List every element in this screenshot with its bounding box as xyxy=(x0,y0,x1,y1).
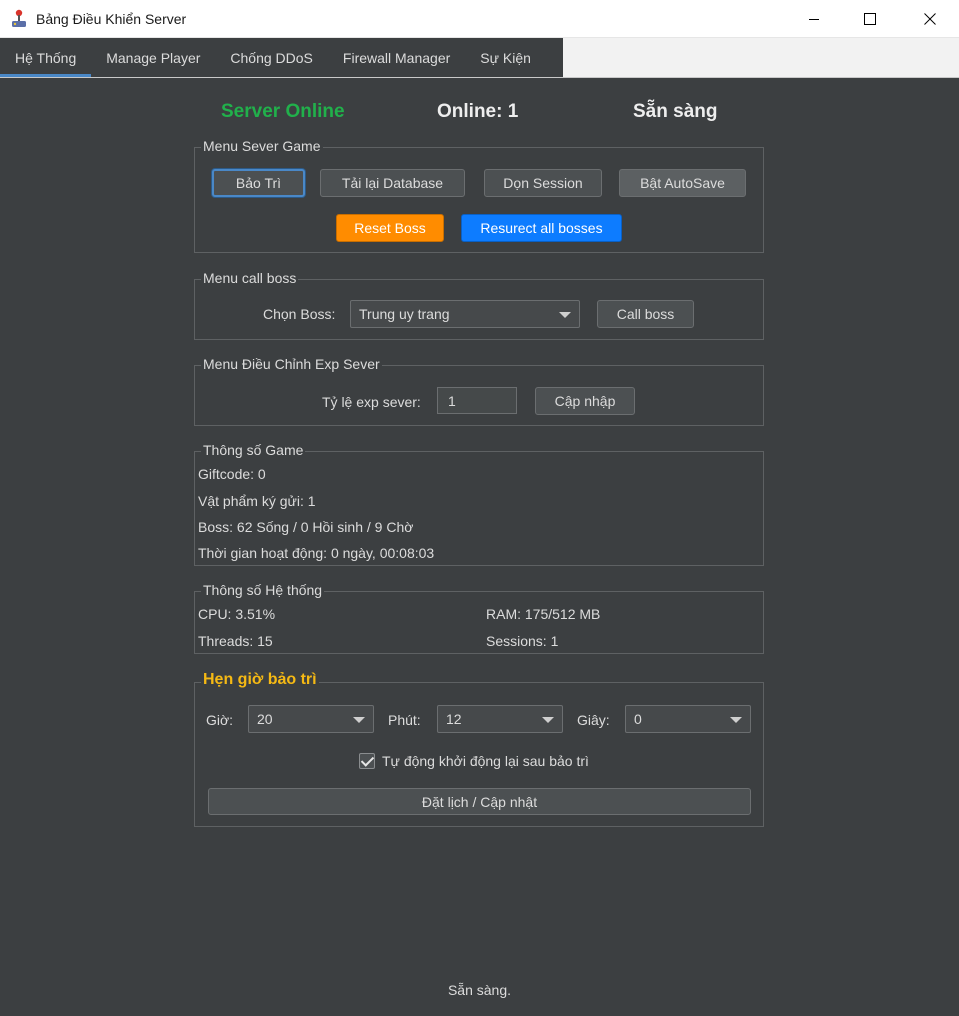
exp-rate-group: Menu Điều Chỉnh Exp Sever Tỷ lệ exp seve… xyxy=(194,356,764,426)
boss-select-value: Trung uy trang xyxy=(359,306,450,322)
minute-label: Phút: xyxy=(388,712,421,728)
server-status-label: Server Online xyxy=(221,101,345,122)
sessions-stat: Sessions: 1 xyxy=(486,633,559,649)
title-bar: Bảng Điều Khiển Server xyxy=(0,0,959,38)
boss-stat: Boss: 62 Sống / 0 Hồi sinh / 9 Chờ xyxy=(198,519,414,535)
tab-list: Hệ Thống Manage Player Chống DDoS Firewa… xyxy=(0,38,563,77)
tab-manage-player[interactable]: Manage Player xyxy=(91,38,215,77)
uptime-stat: Thời gian hoạt động: 0 ngày, 00:08:03 xyxy=(198,545,435,561)
chevron-down-icon xyxy=(559,312,571,318)
server-menu-legend: Menu Sever Game xyxy=(201,138,323,154)
hour-label: Giờ: xyxy=(206,712,234,728)
tab-firewall-manager[interactable]: Firewall Manager xyxy=(328,38,465,77)
tab-su-kien[interactable]: Sự Kiện xyxy=(465,38,546,77)
minute-select-value: 12 xyxy=(446,711,462,727)
consigned-items-stat: Vật phẩm ký gửi: 1 xyxy=(198,493,316,509)
schedule-submit-button[interactable]: Đặt lịch / Cập nhật xyxy=(208,788,751,815)
system-stats-group: Thông số Hệ thống CPU: 3.51% RAM: 175/51… xyxy=(194,582,764,654)
server-menu-group: Menu Sever Game Bảo Trì Tải lại Database… xyxy=(194,138,764,253)
clean-session-button[interactable]: Dọn Session xyxy=(484,169,602,197)
tab-strip: Hệ Thống Manage Player Chống DDoS Firewa… xyxy=(0,38,959,78)
exp-rate-legend: Menu Điều Chỉnh Exp Sever xyxy=(201,356,382,372)
reload-database-button[interactable]: Tải lại Database xyxy=(320,169,465,197)
game-stats-legend: Thông số Game xyxy=(201,442,306,458)
auto-restart-label: Tự động khởi động lại sau bảo trì xyxy=(382,753,589,769)
chevron-down-icon xyxy=(353,717,365,723)
minute-select[interactable]: 12 xyxy=(437,705,563,733)
resurrect-bosses-button[interactable]: Resurect all bosses xyxy=(461,214,622,242)
chevron-down-icon xyxy=(730,717,742,723)
minimize-icon xyxy=(809,19,819,20)
threads-stat: Threads: 15 xyxy=(198,633,273,649)
ready-state-label: Sẵn sàng xyxy=(633,101,718,122)
ram-stat: RAM: 175/512 MB xyxy=(486,606,601,622)
maximize-icon xyxy=(864,13,876,25)
minimize-button[interactable] xyxy=(785,0,843,38)
call-boss-legend: Menu call boss xyxy=(201,270,299,286)
exp-rate-label: Tỷ lệ exp sever: xyxy=(322,394,421,410)
close-icon xyxy=(924,13,936,25)
cpu-stat: CPU: 3.51% xyxy=(198,606,276,622)
exp-rate-input[interactable]: 1 xyxy=(437,387,517,414)
giftcode-stat: Giftcode: 0 xyxy=(198,466,266,482)
online-count-label: Online: 1 xyxy=(437,101,519,122)
maintenance-schedule-legend: Hẹn giờ bảo trì xyxy=(201,671,319,689)
call-boss-group: Menu call boss Chọn Boss: Trung uy trang… xyxy=(194,270,764,340)
second-select-value: 0 xyxy=(634,711,642,727)
status-bar-text: Sẵn sàng. xyxy=(447,982,512,998)
close-button[interactable] xyxy=(901,0,959,38)
maximize-button[interactable] xyxy=(841,0,899,38)
boss-select[interactable]: Trung uy trang xyxy=(350,300,580,328)
autosave-button[interactable]: Bật AutoSave xyxy=(619,169,746,197)
system-stats-legend: Thông số Hệ thống xyxy=(201,582,325,598)
auto-restart-checkbox[interactable] xyxy=(359,753,375,769)
call-boss-button[interactable]: Call boss xyxy=(597,300,694,328)
maintenance-button[interactable]: Bảo Trì xyxy=(212,169,305,197)
joystick-icon xyxy=(12,9,26,27)
update-exp-button[interactable]: Cập nhập xyxy=(535,387,635,415)
second-select[interactable]: 0 xyxy=(625,705,751,733)
hour-select[interactable]: 20 xyxy=(248,705,374,733)
hour-select-value: 20 xyxy=(257,711,273,727)
tab-he-thong[interactable]: Hệ Thống xyxy=(0,38,92,77)
second-label: Giây: xyxy=(577,712,610,728)
tab-chong-ddos[interactable]: Chống DDoS xyxy=(215,38,328,77)
choose-boss-label: Chọn Boss: xyxy=(263,306,336,322)
chevron-down-icon xyxy=(542,717,554,723)
maintenance-schedule-group: Hẹn giờ bảo trì Giờ: 20 Phút: 12 Giây: 0… xyxy=(194,671,764,827)
window-title: Bảng Điều Khiển Server xyxy=(36,11,187,27)
reset-boss-button[interactable]: Reset Boss xyxy=(336,214,444,242)
game-stats-group: Thông số Game Giftcode: 0 Vật phẩm ký gử… xyxy=(194,442,764,566)
